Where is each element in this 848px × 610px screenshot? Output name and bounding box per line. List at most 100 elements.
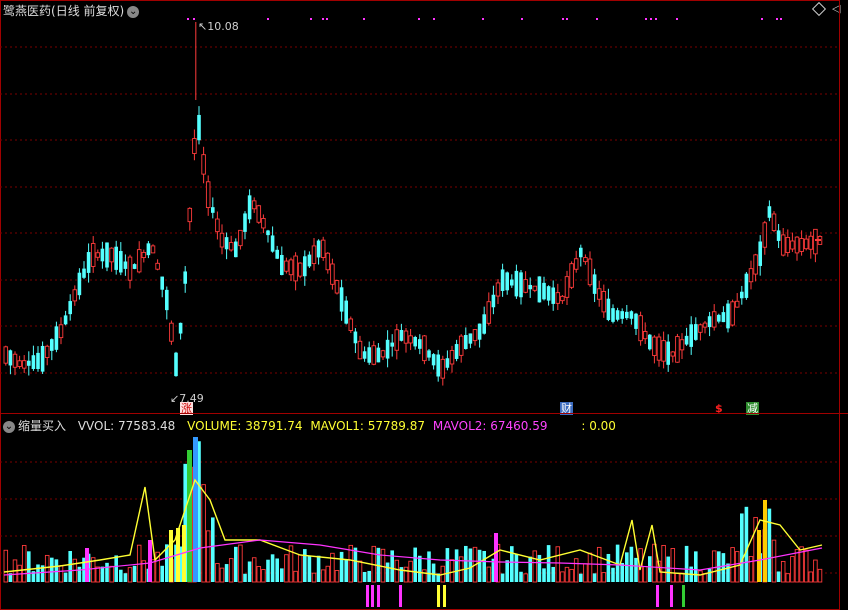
volume-bar — [247, 561, 252, 582]
candle-body — [523, 279, 528, 293]
volume-bar — [50, 557, 54, 582]
candle-body — [21, 360, 27, 369]
mavol2-line — [3, 539, 823, 576]
candle-body — [330, 263, 335, 285]
candle-body — [132, 264, 137, 269]
candle-body — [192, 138, 197, 154]
candle-body — [762, 222, 768, 248]
candle-body — [376, 347, 381, 363]
signal-dot — [418, 18, 420, 20]
candle-body — [353, 331, 358, 344]
candle-body — [661, 340, 666, 362]
candle-body — [3, 346, 9, 364]
volume-bar — [280, 568, 284, 582]
candle-body — [160, 276, 164, 290]
candle-body — [201, 154, 206, 175]
candle-body — [348, 318, 354, 331]
candle-body — [679, 339, 685, 351]
volume-bar — [307, 555, 312, 582]
volume-bar — [542, 568, 546, 582]
signal-dot — [761, 18, 763, 20]
candle-body — [165, 289, 169, 311]
volume-bar — [403, 566, 409, 583]
volume-bar — [734, 551, 740, 583]
volume-bar — [790, 556, 795, 583]
candle-body — [169, 322, 174, 342]
volume-bar — [394, 559, 400, 583]
candle-body — [344, 300, 348, 324]
signal-dot — [596, 18, 598, 20]
candle-body — [311, 245, 317, 265]
signal-dot — [267, 18, 269, 20]
signal-dot — [776, 18, 778, 20]
candle-body — [413, 337, 417, 347]
candle-body — [288, 259, 294, 276]
candle-body — [380, 350, 386, 358]
volume-bar-highlight — [763, 500, 767, 582]
volume-bar — [427, 551, 431, 582]
candle-body — [174, 352, 178, 377]
volume-bar — [362, 571, 367, 582]
signal-dot — [482, 18, 484, 20]
candle-body — [431, 354, 436, 366]
kline-chart[interactable] — [0, 0, 848, 610]
volume-bar — [234, 546, 238, 582]
volume-bar — [339, 551, 344, 582]
volume-bar — [477, 549, 482, 582]
candle-body — [464, 335, 468, 349]
volume-bar — [325, 565, 331, 583]
candle-body — [449, 350, 455, 365]
candle-body — [109, 247, 114, 263]
candle-body — [320, 239, 326, 259]
volume-bar — [357, 560, 363, 583]
candle-body — [767, 206, 772, 218]
candle-body — [136, 249, 142, 273]
candle-body — [620, 311, 624, 319]
candle-body — [519, 272, 523, 298]
volume-bar-highlight — [85, 548, 89, 582]
candle-body — [339, 287, 344, 312]
candle-body — [748, 268, 754, 283]
volume-bar — [334, 570, 340, 583]
candle-body — [780, 234, 786, 256]
candle-body — [114, 246, 118, 270]
candle-body — [90, 243, 96, 267]
volume-bar — [808, 571, 814, 583]
volume-bar — [100, 566, 105, 582]
candle-body — [238, 229, 243, 247]
candle-body — [146, 243, 151, 256]
volume-bar — [500, 573, 505, 582]
volume-bar — [583, 563, 588, 583]
volume-bar — [785, 573, 791, 583]
signal-bar — [366, 585, 369, 607]
volume-bar — [243, 573, 247, 582]
volume-bar — [519, 571, 523, 582]
candle-body — [150, 245, 156, 254]
candle-body — [546, 286, 551, 301]
candle-body — [702, 322, 708, 328]
candle-body — [532, 285, 538, 291]
candle-body — [280, 254, 284, 276]
volume-bar — [620, 562, 624, 582]
candle-body — [790, 240, 795, 250]
candle-body — [187, 207, 193, 223]
candle-body — [105, 242, 109, 268]
candle-body — [275, 249, 279, 259]
candle-body — [753, 254, 758, 275]
volume-bar — [44, 554, 50, 583]
candle-body — [77, 272, 82, 296]
candle-body — [776, 230, 781, 241]
candle-body — [205, 181, 211, 209]
signal-bar — [377, 585, 380, 607]
volume-bar — [228, 558, 234, 583]
signal-dot — [310, 18, 312, 20]
volume-bar — [297, 554, 303, 583]
volume-bar-highlight — [193, 437, 198, 582]
volume-bar-highlight — [187, 450, 192, 582]
chart-window[interactable]: 鹭燕医药(日线 前复权) ⌄ ◁ ⌄ 缩量买入 VVOL: 77583.48 VOL… — [0, 0, 848, 610]
candle-body — [642, 331, 648, 340]
candle-body — [36, 352, 40, 370]
volume-bar — [555, 546, 561, 583]
candle-body — [734, 300, 740, 308]
volume-bar — [546, 545, 551, 582]
